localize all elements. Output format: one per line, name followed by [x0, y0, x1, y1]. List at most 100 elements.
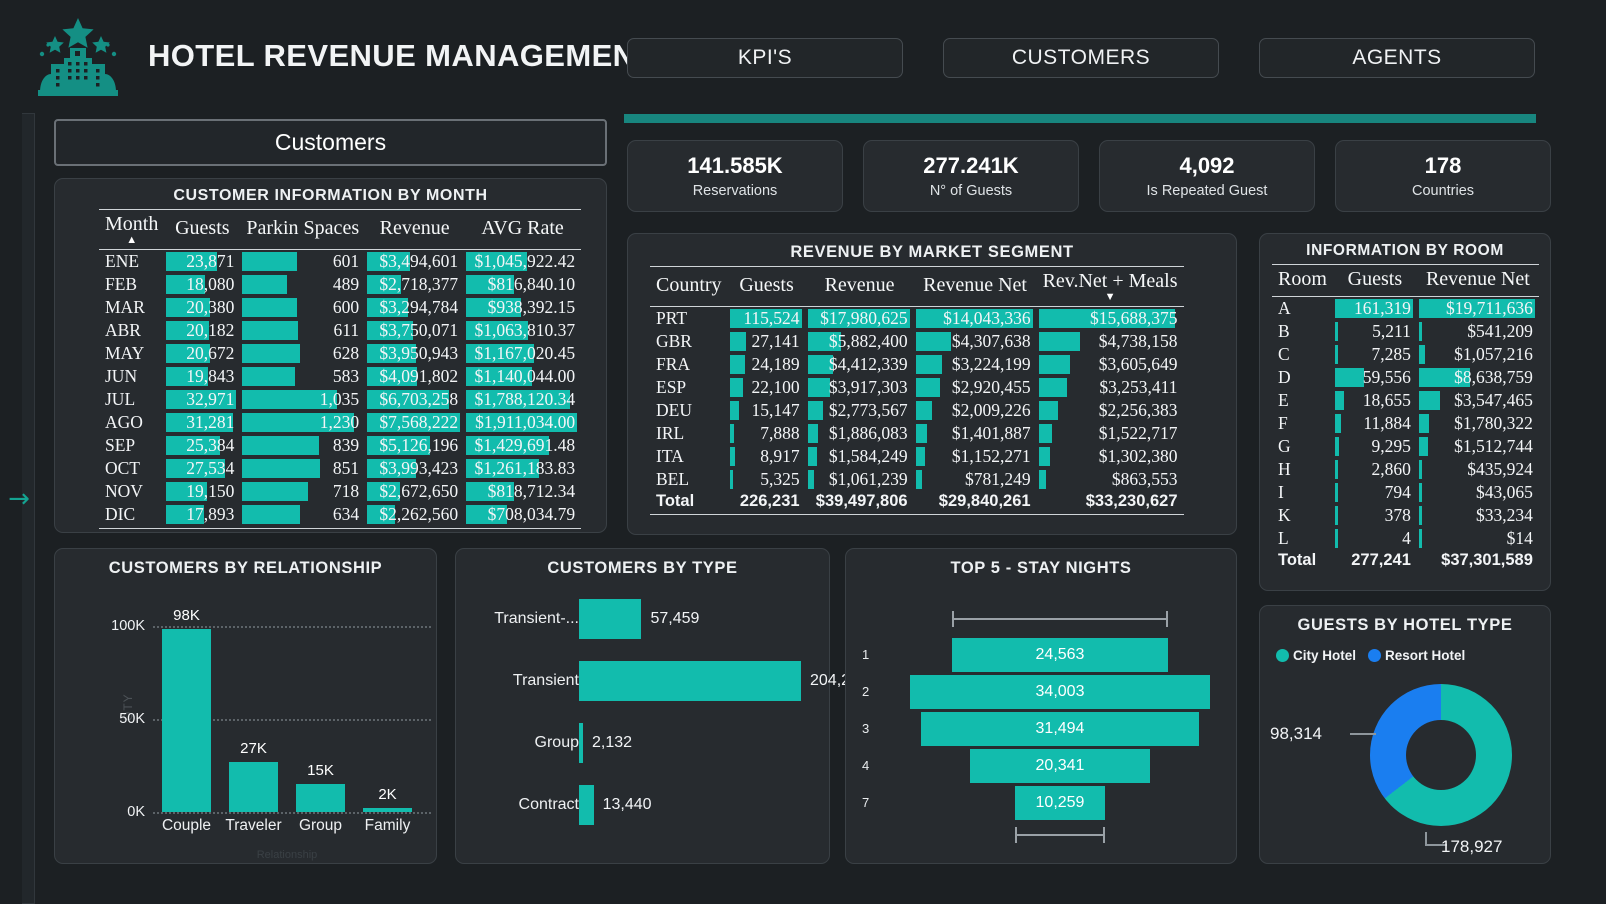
column-header-room[interactable]: Room	[1272, 264, 1333, 297]
tab-kpis[interactable]: KPI'S	[627, 38, 903, 78]
column-header-guests[interactable]: Guests	[164, 209, 241, 250]
table-row[interactable]: A 161,319 $19,711,636	[1272, 297, 1539, 321]
table-row[interactable]: ABR 20,182 611 $3,750,071 $1,063,810.37	[99, 319, 581, 342]
cell-text: $5,126,196	[379, 435, 459, 455]
column-header-guests[interactable]: Guests	[727, 266, 806, 307]
table-row[interactable]: BEL 5,325 $1,061,239 $781,249 $863,553	[650, 468, 1184, 491]
table-row[interactable]: PRT 115,524 $17,980,625 $14,043,336 $15,688,…	[650, 307, 1184, 331]
inline-data-bar	[242, 482, 308, 501]
legend-item-resort-hotel[interactable]: Resort Hotel	[1368, 648, 1465, 663]
funnel-row[interactable]: 7 10,259	[858, 785, 1226, 821]
funnel-bar[interactable]: 10,259	[1014, 786, 1106, 820]
column-header-revenue-net[interactable]: Revenue Net	[913, 266, 1037, 307]
cell-guests: 20,380	[164, 296, 240, 319]
cell-guests: 17,893	[164, 503, 240, 526]
column-header-revenue-net[interactable]: Revenue Net	[1416, 264, 1539, 297]
bar-row[interactable]: Group 2,132	[466, 721, 821, 765]
table-row[interactable]: NOV 19,150 718 $2,672,650 $818,712.34	[99, 480, 581, 503]
legend-item-city-hotel[interactable]: City Hotel	[1276, 648, 1356, 663]
funnel-bar[interactable]: 20,341	[970, 749, 1150, 783]
cell-text: $4,091,802	[379, 366, 459, 386]
table-row[interactable]: G 9,295 $1,512,744	[1272, 435, 1539, 458]
bar-row[interactable]: Transient 204,210	[466, 659, 868, 703]
cell-revenue-net: $1,512,744	[1417, 435, 1539, 458]
column-header-guests[interactable]: Guests	[1332, 264, 1417, 297]
funnel-row[interactable]: 3 31,494	[858, 711, 1226, 747]
revenue-by-market-segment-table: Country Guests Revenue Revenue Net Rev.Net +…	[650, 266, 1184, 512]
table-row[interactable]: ITA 8,917 $1,584,249 $1,152,271 $1,302,380	[650, 445, 1184, 468]
cell-avg-rate: $1,167,020.45	[464, 342, 581, 365]
table-row[interactable]: F 11,884 $1,780,322	[1272, 412, 1539, 435]
cell-text: 7,888	[760, 423, 800, 443]
category-label: Group	[534, 734, 579, 751]
inline-data-bar	[242, 505, 301, 524]
funnel-row[interactable]: 1 24,563	[858, 637, 1226, 673]
funnel-row[interactable]: 4 20,341	[858, 748, 1226, 784]
donut-ring[interactable]	[1370, 684, 1512, 826]
table-row[interactable]: ESP 22,100 $3,917,303 $2,920,455 $3,253,411	[650, 376, 1184, 399]
cell-country: DEU	[656, 400, 692, 420]
table-row[interactable]: B 5,211 $541,209	[1272, 320, 1539, 343]
customer-information-by-month-card: CUSTOMER INFORMATION BY MONTH Month ▲ Gues…	[54, 178, 607, 533]
cell-guests: 25,384	[164, 434, 240, 457]
table-row[interactable]: FEB 18,080 489 $2,718,377 $816,840.10	[99, 273, 581, 296]
cell-rev-net-meals: $1,302,380	[1037, 445, 1184, 468]
table-row[interactable]: D 59,556 $8,638,759	[1272, 366, 1539, 389]
funnel-bar[interactable]: 34,003	[910, 675, 1210, 709]
cell-text: 628	[332, 343, 360, 363]
bar-row[interactable]: Transient-... 57,459	[466, 597, 821, 641]
table-row[interactable]: I 794 $43,065	[1272, 481, 1539, 504]
table-row[interactable]: E 18,655 $3,547,465	[1272, 389, 1539, 412]
table-row[interactable]: C 7,285 $1,057,216	[1272, 343, 1539, 366]
table-row[interactable]: GBR 27,141 $5,882,400 $4,307,638 $4,738,158	[650, 330, 1184, 353]
bar[interactable]	[579, 599, 642, 639]
kpi-label: N° of Guests	[929, 183, 1013, 199]
table-row[interactable]: MAY 20,672 628 $3,950,943 $1,167,020.45	[99, 342, 581, 365]
table-row[interactable]: ENE 23,871 601 $3,494,601 $1,045,922.42	[99, 250, 581, 274]
bar[interactable]	[579, 723, 583, 763]
table-row[interactable]: FRA 24,189 $4,412,339 $3,224,199 $3,605,649	[650, 353, 1184, 376]
funnel-bar[interactable]: 31,494	[921, 712, 1199, 746]
tab-customers[interactable]: CUSTOMERS	[943, 38, 1219, 78]
inline-data-bar	[729, 447, 736, 466]
table-row[interactable]: MAR 20,380 600 $3,294,784 $938,392.15	[99, 296, 581, 319]
table-row[interactable]: L 4 $14	[1272, 527, 1539, 550]
table-row[interactable]: OCT 27,534 851 $3,993,423 $1,261,183.83	[99, 457, 581, 480]
table-row[interactable]: K 378 $33,234	[1272, 504, 1539, 527]
bar[interactable]	[579, 661, 801, 701]
column-header-avg-rate[interactable]: AVG Rate	[464, 209, 582, 250]
column-header-rev-net-meals[interactable]: Rev.Net + Meals ▼	[1036, 266, 1184, 307]
funnel-data-label: 24,563	[1035, 646, 1085, 663]
cell-guests: 11,884	[1333, 412, 1417, 435]
table-row[interactable]: JUN 19,843 583 $4,091,802 $1,140,044.00	[99, 365, 581, 388]
funnel-bar[interactable]: 24,563	[951, 638, 1169, 672]
table-row[interactable]: JUL 32,971 1,035 $6,703,258 $1,788,120.34	[99, 388, 581, 411]
funnel-data-label: 34,003	[1035, 683, 1085, 700]
cell-text: $3,917,303	[828, 377, 908, 397]
bar[interactable]	[579, 785, 594, 825]
bar[interactable]	[229, 761, 278, 812]
cell-revenue-net: $19,711,636	[1417, 297, 1539, 321]
table-row[interactable]: H 2,860 $435,924	[1272, 458, 1539, 481]
table-row[interactable]: SEP 25,384 839 $5,126,196 $1,429,691.48	[99, 434, 581, 457]
funnel-row[interactable]: 2 34,003	[858, 674, 1226, 710]
tab-agents[interactable]: AGENTS	[1259, 38, 1535, 78]
column-header-parkin-spaces[interactable]: Parkin Spaces	[240, 209, 366, 250]
arrow-right-icon[interactable]: →	[4, 484, 34, 514]
column-header-country[interactable]: Country	[650, 266, 728, 307]
cell-text: 1,035	[319, 389, 360, 409]
cell-parking-spaces: 839	[240, 434, 365, 457]
bar-row[interactable]: Contract 13,440	[466, 783, 821, 827]
table-row[interactable]: DIC 17,893 634 $2,262,560 $708,034.79	[99, 503, 581, 526]
column-header-revenue[interactable]: Revenue	[805, 266, 914, 307]
column-header-month[interactable]: Month ▲	[99, 209, 165, 250]
bar[interactable]	[363, 808, 412, 812]
table-row[interactable]: IRL 7,888 $1,886,083 $1,401,887 $1,522,717	[650, 422, 1184, 445]
cell-revenue: $4,412,339	[806, 353, 914, 376]
bar[interactable]	[296, 784, 345, 812]
column-header-revenue[interactable]: Revenue	[365, 209, 465, 250]
table-row[interactable]: AGO 31,281 1,230 $7,568,222 $1,911,034.00	[99, 411, 581, 434]
bar[interactable]	[162, 629, 211, 812]
table-row[interactable]: DEU 15,147 $2,773,567 $2,009,226 $2,256,383	[650, 399, 1184, 422]
kpi-value: 277.241K	[923, 153, 1019, 178]
